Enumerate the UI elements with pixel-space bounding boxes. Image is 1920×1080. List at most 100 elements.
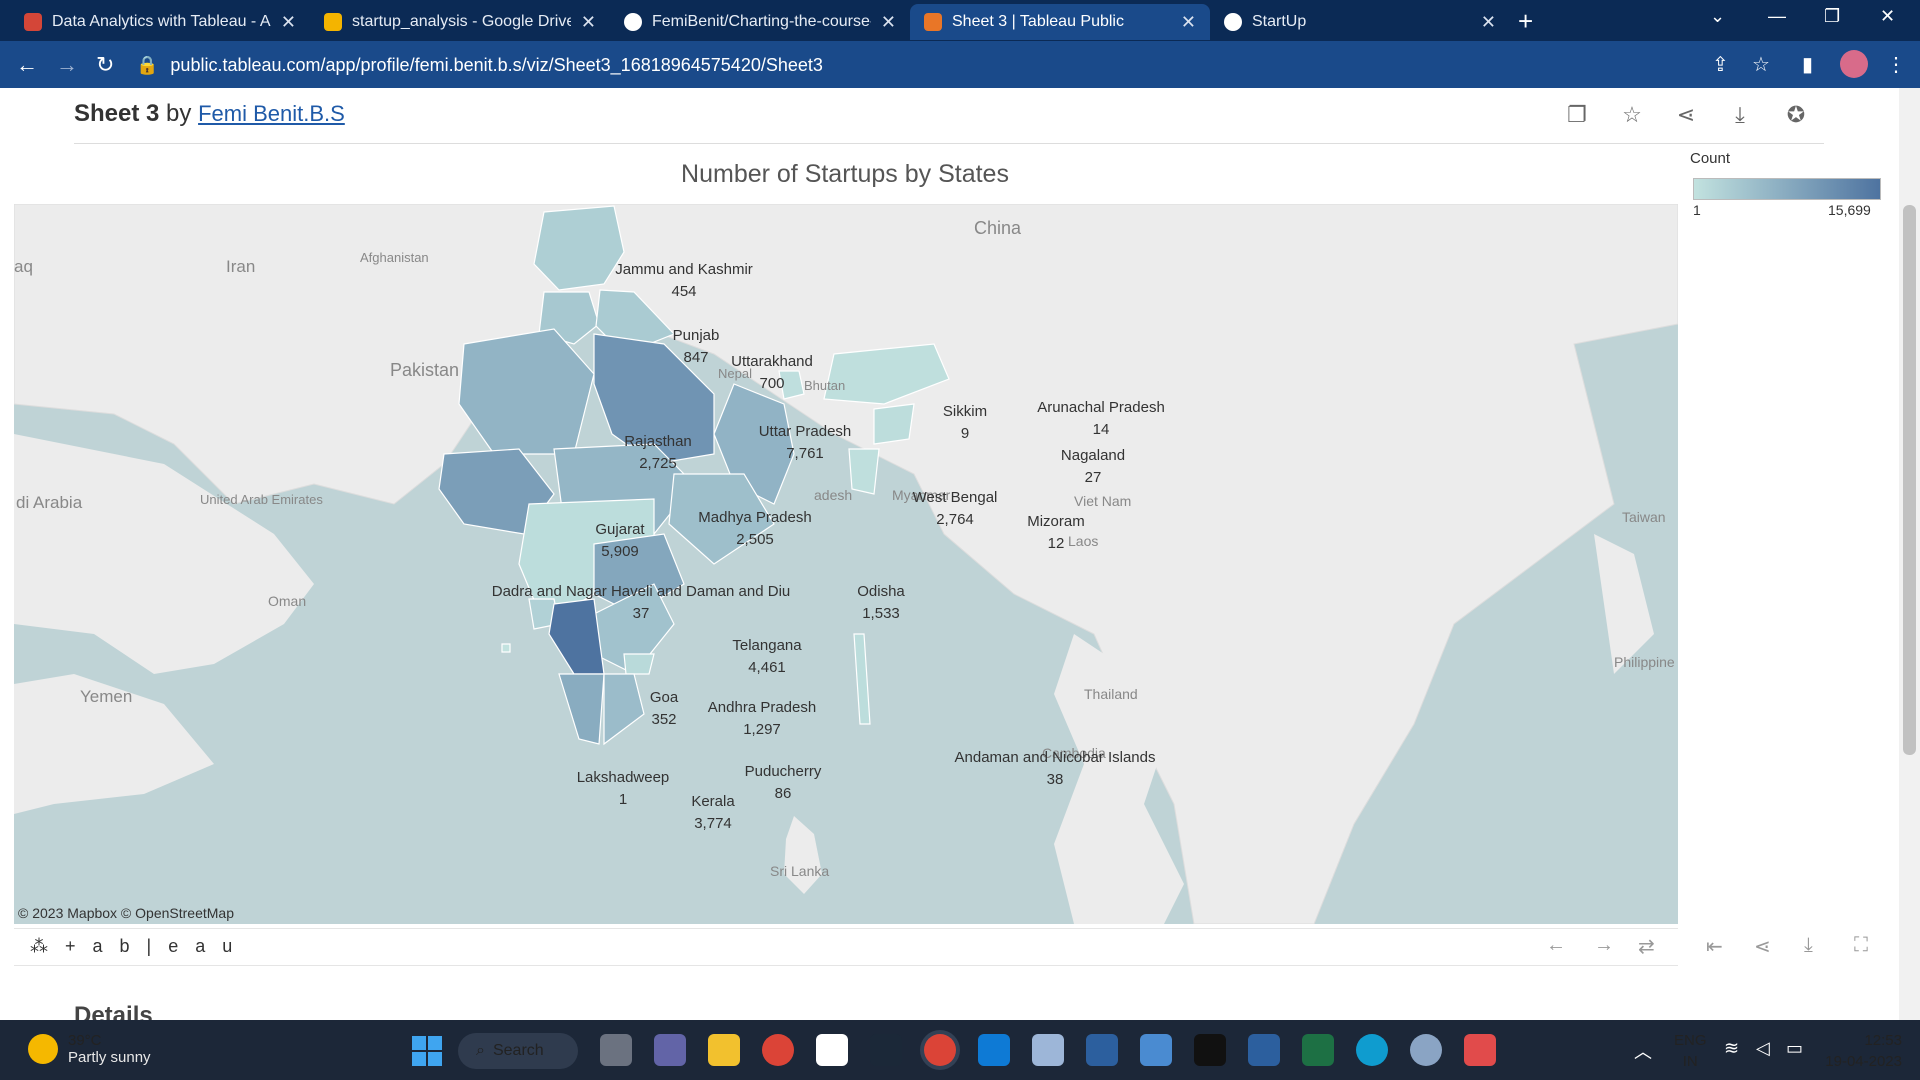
state-lakshadweep[interactable] [501, 643, 511, 653]
menu-icon[interactable]: ⋮ [1886, 52, 1906, 77]
browser-tab[interactable]: Data Analytics with Tableau - AM ✕ [10, 4, 310, 40]
close-icon[interactable]: ✕ [881, 12, 896, 33]
close-icon[interactable]: ✕ [281, 12, 296, 33]
forward-icon[interactable]: → [56, 52, 78, 78]
revert-icon[interactable]: ⇄ [1638, 934, 1655, 959]
by-label: by [166, 100, 192, 127]
workbench-icon[interactable] [1140, 1034, 1172, 1066]
tableau-logo[interactable]: ⁂ + a b | e a u [30, 936, 238, 957]
state-puducherry[interactable] [623, 653, 655, 675]
new-tab-button[interactable]: + [1518, 6, 1533, 37]
tab-title: StartUp [1252, 13, 1307, 30]
state-mizoram[interactable] [848, 448, 880, 495]
settings-icon[interactable] [1410, 1034, 1442, 1066]
state-name-label: West Bengal [913, 489, 998, 506]
fullscreen-icon[interactable]: ⛶ [1854, 934, 1868, 957]
browser-tab[interactable]: FemiBenit/Charting-the-course-c ✕ [610, 4, 910, 40]
state-name-label: Andaman and Nicobar Islands [955, 749, 1156, 766]
country-label: Yemen [80, 687, 132, 706]
close-icon[interactable]: ✕ [1181, 12, 1196, 33]
volume-icon[interactable]: ◁ [1756, 1038, 1770, 1059]
reload-icon[interactable]: ↻ [96, 52, 114, 78]
download-icon[interactable]: ⤓ [1726, 102, 1754, 130]
file-explorer-icon[interactable] [708, 1034, 740, 1066]
teams-icon[interactable] [654, 1034, 686, 1066]
tab-search-icon[interactable]: ⌄ [1710, 6, 1725, 27]
country-label: Oman [268, 593, 306, 609]
back-icon[interactable]: ← [16, 52, 38, 78]
snipping-tool-icon[interactable] [1464, 1034, 1496, 1066]
favorite-star-icon[interactable]: ☆ [1618, 102, 1646, 130]
map-view[interactable]: China Afghanistan Iran Pakistan Nepal Bh… [14, 204, 1678, 924]
tableau-brand: + a b | e a u [65, 936, 239, 956]
close-window-button[interactable]: ✕ [1880, 6, 1895, 27]
browser-tab[interactable]: StartUp ✕ [1210, 4, 1510, 40]
mysql-shell-icon[interactable] [1248, 1034, 1280, 1066]
taskbar-search[interactable]: ⌕ Search [458, 1033, 578, 1069]
share-icon[interactable]: ⇪ [1712, 52, 1729, 77]
tray-chevron-icon[interactable]: ︿ [1634, 1038, 1652, 1064]
country-label: Iran [226, 257, 255, 276]
state-name-label: Odisha [857, 583, 905, 600]
notepad-icon[interactable] [816, 1034, 848, 1066]
chrome-icon[interactable] [762, 1034, 794, 1066]
browser-tab-active[interactable]: Sheet 3 | Tableau Public ✕ [910, 4, 1210, 40]
share-icon[interactable]: ⋖ [1672, 102, 1700, 130]
close-icon[interactable]: ✕ [1481, 12, 1496, 33]
system-clock[interactable]: 12:53 19-04-2023 [1818, 1030, 1902, 1072]
country-label: Taiwan [1622, 509, 1666, 525]
country-label: di Arabia [16, 493, 83, 512]
state-name-label: Rajasthan [624, 433, 692, 450]
weather-widget[interactable]: 39°C Partly sunny [28, 1032, 151, 1066]
undo-icon[interactable]: ← [1546, 934, 1566, 957]
restore-button[interactable]: ❐ [1824, 6, 1840, 27]
side-panel-icon[interactable]: ▮ [1802, 52, 1813, 77]
bookmark-star-icon[interactable]: ☆ [1752, 52, 1770, 77]
country-label: aq [14, 257, 33, 276]
tab-title: startup_analysis - Google Drive [352, 13, 571, 30]
browser-tab[interactable]: startup_analysis - Google Drive ✕ [310, 4, 610, 40]
country-label: Philippine [1614, 654, 1675, 670]
map-svg[interactable]: China Afghanistan Iran Pakistan Nepal Bh… [14, 204, 1678, 924]
task-view-icon[interactable] [600, 1034, 632, 1066]
country-label: Bhutan [804, 378, 845, 393]
state-value-label: 2,505 [736, 531, 774, 548]
steam-icon[interactable] [870, 1034, 902, 1066]
download-icon[interactable]: ⤓ [1804, 934, 1813, 957]
chrome-active-icon[interactable] [924, 1034, 956, 1066]
country-label: Viet Nam [1074, 493, 1131, 509]
mysql-icon[interactable] [1086, 1034, 1118, 1066]
address-bar[interactable]: 🔒 public.tableau.com/app/profile/femi.be… [136, 47, 1756, 83]
tableau-app-icon[interactable] [1032, 1034, 1064, 1066]
state-name-label: Madhya Pradesh [698, 509, 811, 526]
windows-start-icon[interactable] [412, 1036, 442, 1066]
battery-icon[interactable]: ▭ [1786, 1038, 1803, 1059]
state-name-label: Uttarakhand [731, 353, 813, 370]
share-icon[interactable]: ⋖ [1754, 934, 1771, 959]
reset-icon[interactable]: ⇤ [1706, 934, 1723, 959]
sheet-title: Sheet 3 by Femi Benit.B.S [74, 100, 345, 128]
terminal-icon[interactable] [1194, 1034, 1226, 1066]
vscode-icon[interactable] [978, 1034, 1010, 1066]
minimize-button[interactable]: — [1768, 6, 1786, 27]
clock-date: 19-04-2023 [1825, 1053, 1902, 1070]
wifi-icon[interactable]: ≋ [1724, 1038, 1739, 1059]
state-name-label: Nagaland [1061, 447, 1125, 464]
scrollbar-thumb[interactable] [1903, 205, 1916, 755]
badge-icon[interactable]: ✪ [1782, 102, 1810, 130]
state-value-label: 12 [1048, 535, 1065, 552]
color-legend-bar [1693, 178, 1881, 200]
edge-icon[interactable] [1356, 1034, 1388, 1066]
copy-icon[interactable]: ❐ [1563, 102, 1591, 130]
redo-icon[interactable]: → [1594, 934, 1614, 957]
state-value-label: 847 [683, 349, 708, 366]
language-indicator[interactable]: ENG IN [1674, 1030, 1707, 1072]
state-nagaland[interactable] [873, 403, 915, 445]
excel-icon[interactable] [1302, 1034, 1334, 1066]
state-value-label: 2,764 [936, 511, 974, 528]
profile-avatar[interactable] [1840, 50, 1868, 78]
author-link[interactable]: Femi Benit.B.S [198, 101, 345, 126]
close-icon[interactable]: ✕ [581, 12, 596, 33]
search-icon: ⌕ [476, 1042, 485, 1059]
state-value-label: 27 [1085, 469, 1102, 486]
